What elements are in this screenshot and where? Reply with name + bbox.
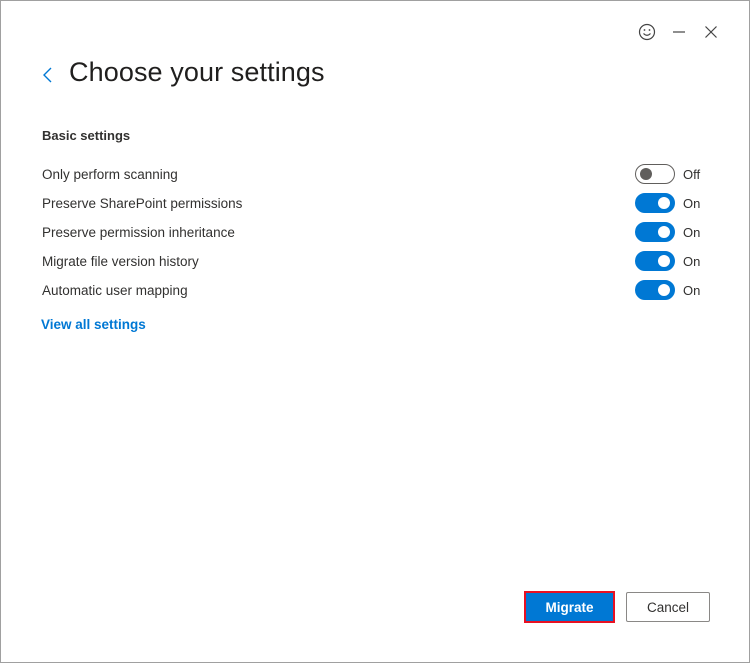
cancel-button[interactable]: Cancel: [626, 592, 710, 622]
setting-row-preserve-permission-inheritance: Preserve permission inheritance On: [42, 221, 706, 243]
section-heading: Basic settings: [42, 128, 131, 143]
toggle-knob: [658, 197, 670, 209]
toggle-state-text: On: [683, 253, 701, 269]
page-title: Choose your settings: [69, 57, 325, 87]
close-icon: [705, 26, 717, 38]
dialog-window: Choose your settings Basic settings Only…: [0, 0, 750, 663]
titlebar-controls: [631, 21, 727, 43]
toggle-state-text: On: [683, 282, 701, 298]
view-all-settings-link[interactable]: View all settings: [41, 317, 146, 332]
toggle-preserve-sharepoint-permissions[interactable]: On: [635, 193, 700, 213]
smiley-icon: [638, 23, 656, 41]
toggle-preserve-permission-inheritance[interactable]: On: [635, 222, 700, 242]
setting-row-automatic-user-mapping: Automatic user mapping On: [42, 279, 706, 301]
setting-row-preserve-sharepoint-permissions: Preserve SharePoint permissions On: [42, 192, 706, 214]
back-button[interactable]: [39, 63, 59, 87]
toggle-state-text: On: [683, 224, 701, 240]
setting-row-only-scanning: Only perform scanning Off: [42, 163, 706, 185]
setting-label: Only perform scanning: [42, 166, 178, 182]
toggle-knob: [640, 168, 652, 180]
toggle-only-scanning[interactable]: Off: [635, 164, 700, 184]
setting-label: Automatic user mapping: [42, 282, 188, 298]
setting-label: Preserve permission inheritance: [42, 224, 235, 240]
toggle-switch[interactable]: [635, 193, 675, 213]
toggle-state-text: Off: [683, 166, 701, 182]
toggle-switch[interactable]: [635, 222, 675, 242]
feedback-button[interactable]: [631, 21, 663, 43]
toggle-switch[interactable]: [635, 280, 675, 300]
migrate-button[interactable]: Migrate: [524, 591, 615, 623]
toggle-state-text: On: [683, 195, 701, 211]
toggle-switch[interactable]: [635, 164, 675, 184]
toggle-knob: [658, 255, 670, 267]
setting-label: Preserve SharePoint permissions: [42, 195, 243, 211]
toggle-knob: [658, 284, 670, 296]
toggle-switch[interactable]: [635, 251, 675, 271]
toggle-knob: [658, 226, 670, 238]
setting-label: Migrate file version history: [42, 253, 199, 269]
toggle-automatic-user-mapping[interactable]: On: [635, 280, 700, 300]
chevron-left-icon: [43, 67, 52, 83]
close-button[interactable]: [695, 21, 727, 43]
toggle-migrate-file-version-history[interactable]: On: [635, 251, 700, 271]
setting-row-migrate-file-version-history: Migrate file version history On: [42, 250, 706, 272]
minimize-button[interactable]: [663, 21, 695, 43]
minimize-icon: [673, 31, 685, 33]
